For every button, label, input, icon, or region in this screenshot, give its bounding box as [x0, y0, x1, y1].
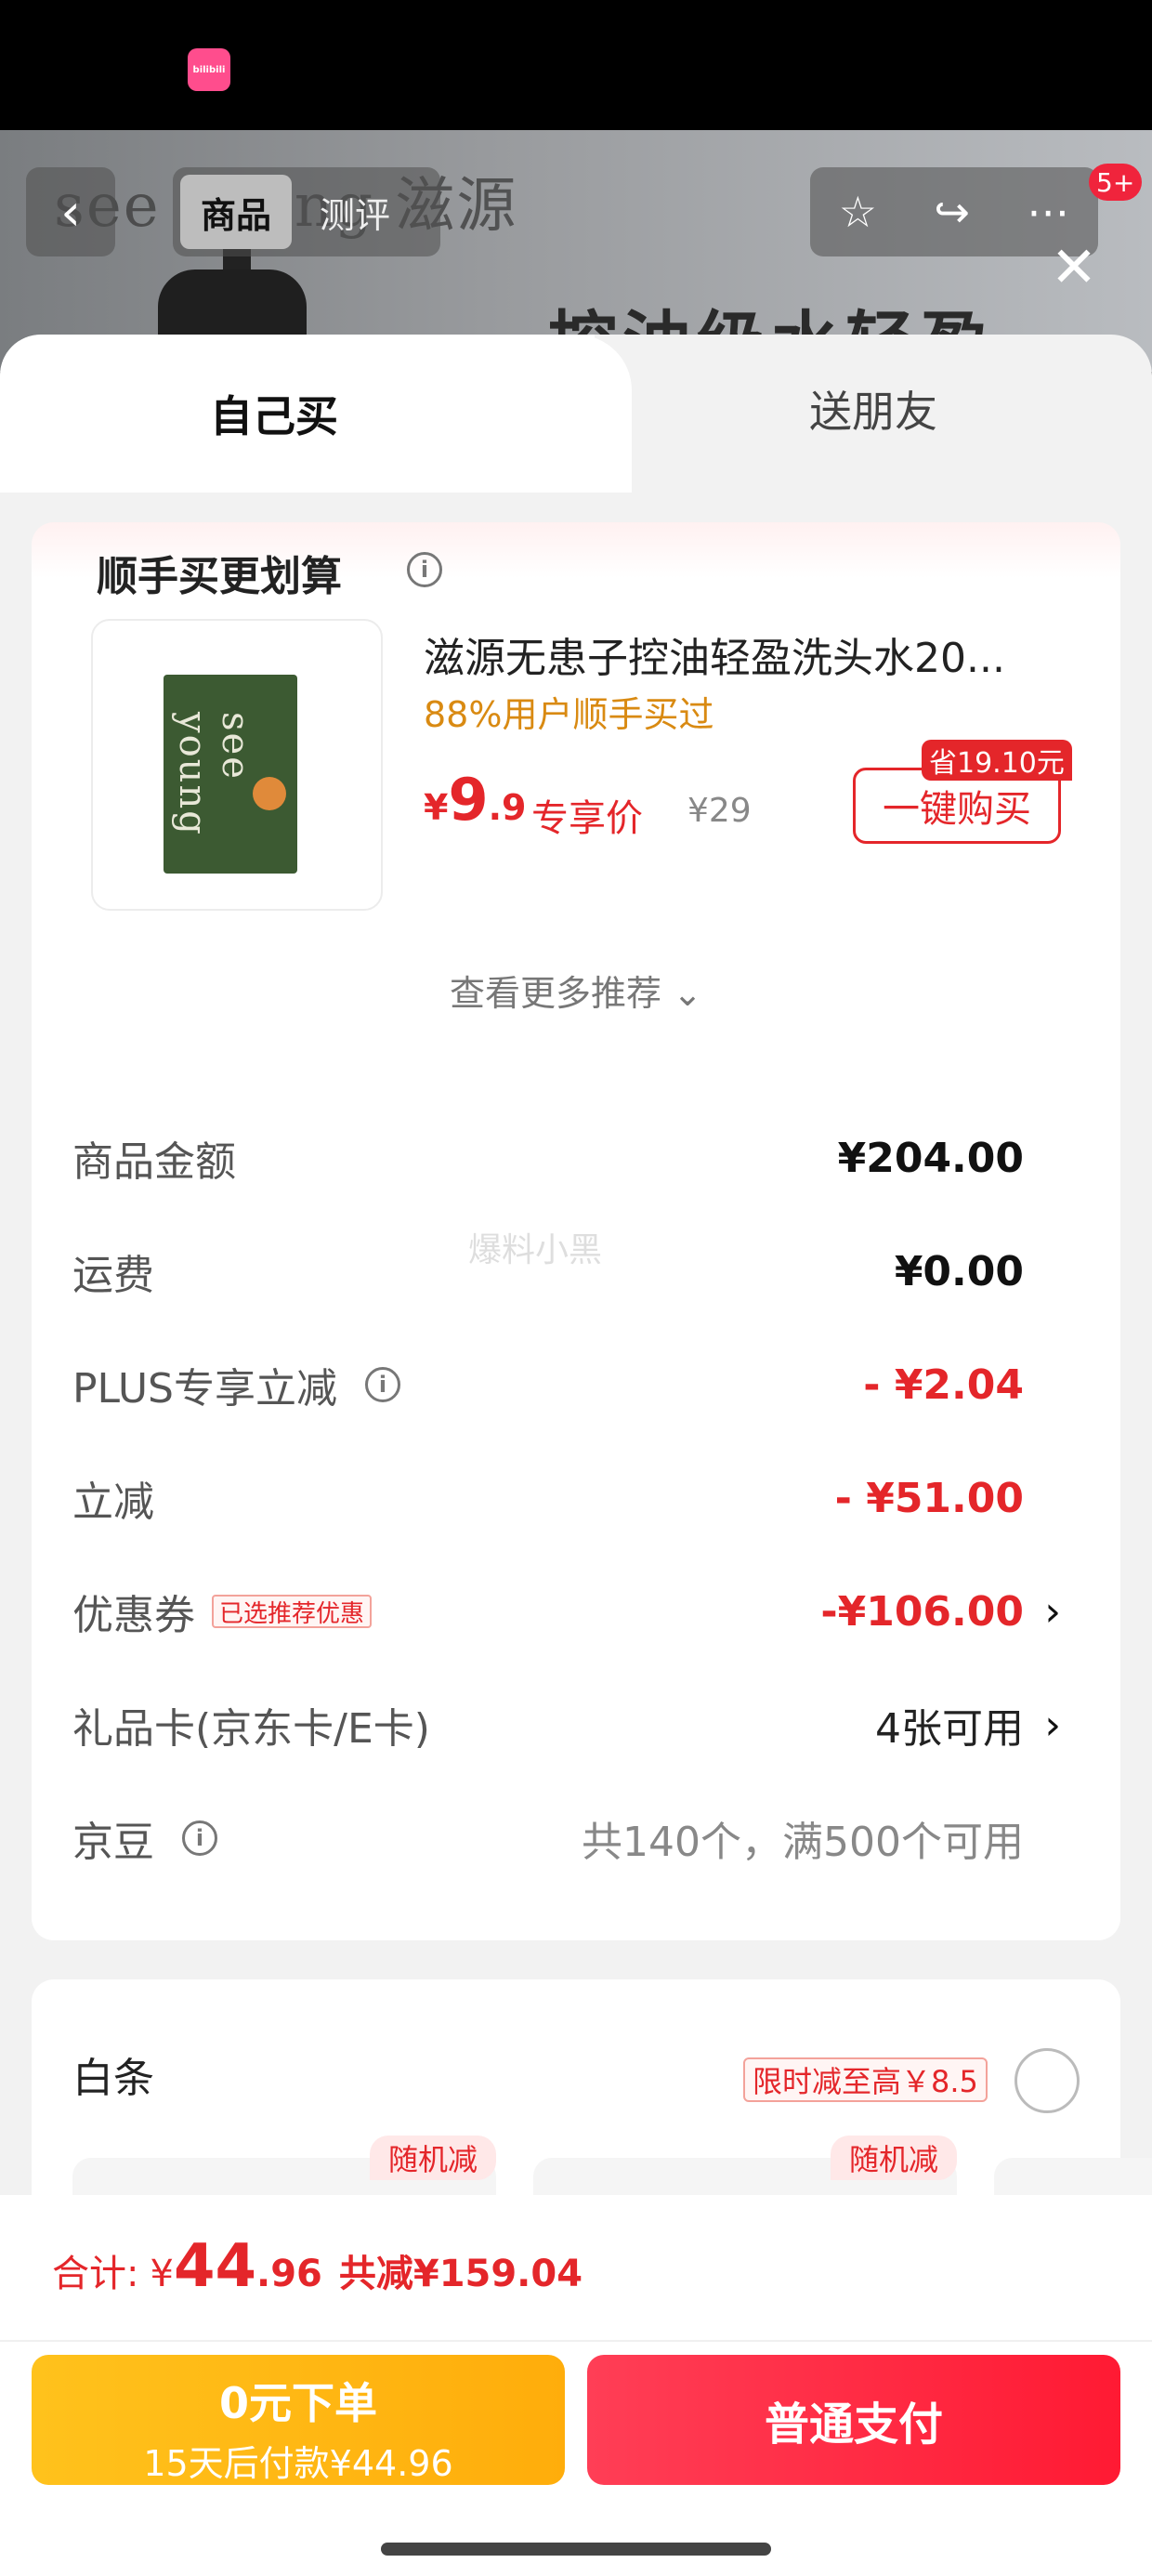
price-summary-card: 爆料小黑 商品金额 ¥204.00 运费 ¥0.00 PLUS专享立减 i - …	[32, 1100, 1120, 1940]
sachet-badge	[253, 777, 286, 810]
row-instant-discount: 立减 - ¥51.00	[72, 1461, 1080, 1535]
row-value: ¥0.00	[894, 1247, 1024, 1295]
row-coupon[interactable]: 优惠券 已选推荐优惠 -¥106.00 ›	[72, 1574, 1080, 1649]
row-label: 立减	[72, 1479, 154, 1526]
row-value: - ¥51.00	[834, 1474, 1024, 1522]
back-icon: ‹	[60, 182, 81, 242]
price-int: 9	[448, 766, 489, 834]
star-icon[interactable]: ☆	[839, 187, 877, 237]
row-value: ¥204.00	[837, 1134, 1024, 1182]
coupon-recommended-tag: 已选推荐优惠	[212, 1595, 373, 1628]
bought-ratio: 88%用户顺手买过	[424, 694, 714, 735]
close-icon[interactable]: ✕	[1046, 240, 1102, 296]
checkout-bottom-bar: 合计: ¥ 44 .96 共减¥159.04 0元下单 15天后付款¥44.96…	[0, 2195, 1152, 2576]
info-icon[interactable]: i	[365, 1367, 400, 1402]
total-dec: .96	[256, 2253, 322, 2295]
sachet-brand-text: see young	[171, 712, 256, 836]
total-int: 44	[173, 2232, 256, 2301]
row-shipping: 运费 ¥0.00	[72, 1234, 1080, 1308]
exclusive-price-label: 专享价	[531, 797, 643, 840]
info-icon[interactable]: i	[182, 1820, 217, 1856]
row-label: 优惠券	[72, 1592, 195, 1639]
sachet-image: see young	[164, 675, 297, 874]
more-icon[interactable]: ⋯	[1027, 187, 1069, 237]
bilibili-app-icon: bilibili	[188, 48, 230, 91]
status-bar: bilibili	[0, 0, 1152, 130]
row-label: 京豆	[72, 1819, 154, 1866]
product-thumbnail[interactable]: see young	[91, 619, 383, 911]
row-plus-discount: PLUS专享立减 i - ¥2.04	[72, 1347, 1080, 1422]
row-value: 4张可用	[875, 1705, 1024, 1753]
row-value: 共140个，满500个可用	[582, 1819, 1024, 1866]
share-icon[interactable]: ↪	[934, 187, 970, 237]
price-symbol: ¥	[424, 787, 449, 828]
divider	[0, 2340, 1152, 2342]
row-label: 礼品卡(京东卡/E卡)	[72, 1705, 430, 1753]
price-dec: .9	[488, 787, 527, 828]
save-amount-tag: 省19.10元	[922, 740, 1072, 781]
row-label: 商品金额	[72, 1138, 236, 1186]
add-on-price: ¥9.9	[424, 766, 526, 834]
normal-pay-button[interactable]: 普通支付	[587, 2355, 1120, 2485]
chevron-right-icon: ›	[1044, 1587, 1061, 1636]
row-value: -¥106.00	[820, 1587, 1024, 1636]
random-discount-tag: 随机减	[830, 2136, 957, 2180]
original-price: ¥29	[687, 792, 752, 830]
random-discount-tag: 随机减	[369, 2136, 496, 2180]
total-saved: 共减¥159.04	[338, 2253, 583, 2295]
baitiao-radio[interactable]	[1015, 2048, 1080, 2113]
total-label: 合计:	[52, 2253, 139, 2295]
tab-buy-for-self[interactable]: 自己买	[0, 335, 548, 493]
row-value: - ¥2.04	[863, 1360, 1024, 1409]
row-label: PLUS专享立减	[72, 1365, 337, 1413]
add-on-product-name[interactable]: 滋源无患子控油轻盈洗头水20...	[424, 624, 1005, 684]
zero-down-subtitle: 15天后付款¥44.96	[143, 2443, 453, 2484]
back-button[interactable]: ‹	[26, 167, 115, 256]
zero-down-title: 0元下单	[218, 2378, 377, 2428]
total-symbol: ¥	[150, 2253, 174, 2295]
baitiao-label: 白条	[72, 2055, 154, 2102]
tab-review[interactable]: 测评	[299, 175, 411, 249]
row-gift-card[interactable]: 礼品卡(京东卡/E卡) 4张可用 ›	[72, 1688, 1080, 1762]
zero-down-order-button[interactable]: 0元下单 15天后付款¥44.96	[32, 2355, 565, 2485]
row-label: 运费	[72, 1252, 154, 1299]
baitiao-promo-tag: 限时减至高￥8.5	[743, 2057, 988, 2102]
info-icon[interactable]: i	[407, 552, 442, 587]
add-on-title: 顺手买更划算	[97, 553, 342, 600]
chevron-right-icon: ›	[1044, 1701, 1061, 1749]
more-recommendations-link[interactable]: 查看更多推荐 ⌄	[32, 965, 1120, 1016]
product-nav-tabs: 商品 测评	[173, 167, 440, 256]
tab-product[interactable]: 商品	[180, 175, 293, 249]
total-amount: 合计: ¥ 44 .96 共减¥159.04	[52, 2232, 583, 2301]
tab-gift-to-friend[interactable]: 送朋友	[595, 335, 1152, 483]
row-goods-amount: 商品金额 ¥204.00	[72, 1121, 1080, 1195]
home-indicator	[381, 2543, 771, 2556]
message-badge: 5+	[1089, 164, 1143, 201]
row-jingdou: 京豆 i 共140个，满500个可用	[72, 1801, 1080, 1875]
